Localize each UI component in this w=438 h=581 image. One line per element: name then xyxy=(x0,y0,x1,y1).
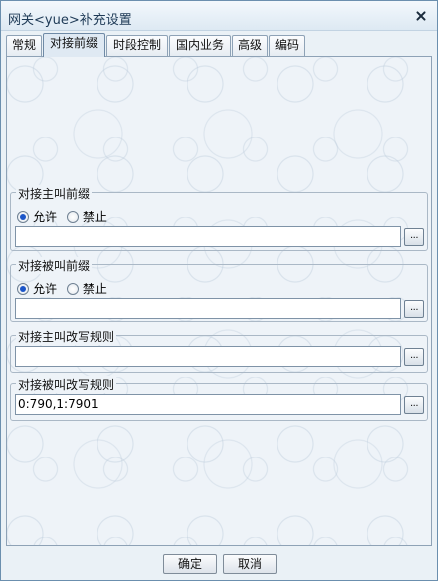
callee-rewrite-input[interactable]: 0:790,1:7901 xyxy=(15,394,401,415)
tab-time-control[interactable]: 时段控制 xyxy=(106,35,168,56)
caller-prefix-group: 对接主叫前缀 允许 禁止 ... xyxy=(10,185,428,251)
radio-label: 禁止 xyxy=(82,282,107,296)
tab-domestic[interactable]: 国内业务 xyxy=(169,35,231,56)
caller-rewrite-input[interactable] xyxy=(15,346,401,367)
caller-rewrite-group: 对接主叫改写规则 ... xyxy=(10,328,428,373)
callee-prefix-group: 对接被叫前缀 允许 禁止 ... xyxy=(10,257,428,322)
callee-rewrite-group: 对接被叫改写规则 0:790,1:7901 ... xyxy=(10,376,428,421)
ok-button[interactable]: 确定 xyxy=(163,554,217,574)
caller-prefix-deny-radio[interactable]: 禁止 xyxy=(66,210,107,224)
radio-unchecked-icon xyxy=(66,283,79,295)
tab-advanced[interactable]: 高级 xyxy=(232,35,268,56)
radio-unchecked-icon xyxy=(66,211,79,223)
tab-general[interactable]: 常规 xyxy=(6,35,42,56)
radio-label: 允许 xyxy=(33,282,58,296)
callee-prefix-browse-button[interactable]: ... xyxy=(404,300,424,318)
callee-rewrite-legend: 对接被叫改写规则 xyxy=(16,376,117,393)
callee-prefix-deny-radio[interactable]: 禁止 xyxy=(66,282,107,296)
radio-checked-icon xyxy=(17,211,29,223)
title-bar[interactable]: 网关<yue>补充设置 xyxy=(1,1,437,31)
tab-encoding[interactable]: 编码 xyxy=(269,35,305,56)
tab-prefix[interactable]: 对接前缀 xyxy=(43,33,105,57)
caller-prefix-input[interactable] xyxy=(15,226,401,247)
radio-label: 允许 xyxy=(33,210,58,224)
caller-rewrite-browse-button[interactable]: ... xyxy=(404,348,424,366)
caller-prefix-legend: 对接主叫前缀 xyxy=(16,185,93,202)
callee-prefix-radios: 允许 禁止 xyxy=(17,282,113,298)
radio-checked-icon xyxy=(17,283,29,295)
caller-prefix-allow-radio[interactable]: 允许 xyxy=(17,210,57,224)
caller-prefix-radios: 允许 禁止 xyxy=(17,210,113,226)
callee-prefix-legend: 对接被叫前缀 xyxy=(16,257,93,274)
caller-prefix-browse-button[interactable]: ... xyxy=(404,228,424,246)
cancel-button[interactable]: 取消 xyxy=(223,554,277,574)
callee-rewrite-browse-button[interactable]: ... xyxy=(404,396,424,414)
callee-prefix-allow-radio[interactable]: 允许 xyxy=(17,282,57,296)
settings-dialog: 网关<yue>补充设置 常规 对接前缀 时段控制 国内业务 高级 编码 对接主叫… xyxy=(0,0,438,581)
radio-label: 禁止 xyxy=(82,210,107,224)
window-title: 网关<yue>补充设置 xyxy=(8,13,132,28)
close-icon[interactable] xyxy=(413,9,429,23)
callee-prefix-input[interactable] xyxy=(15,298,401,319)
caller-rewrite-legend: 对接主叫改写规则 xyxy=(16,328,117,345)
